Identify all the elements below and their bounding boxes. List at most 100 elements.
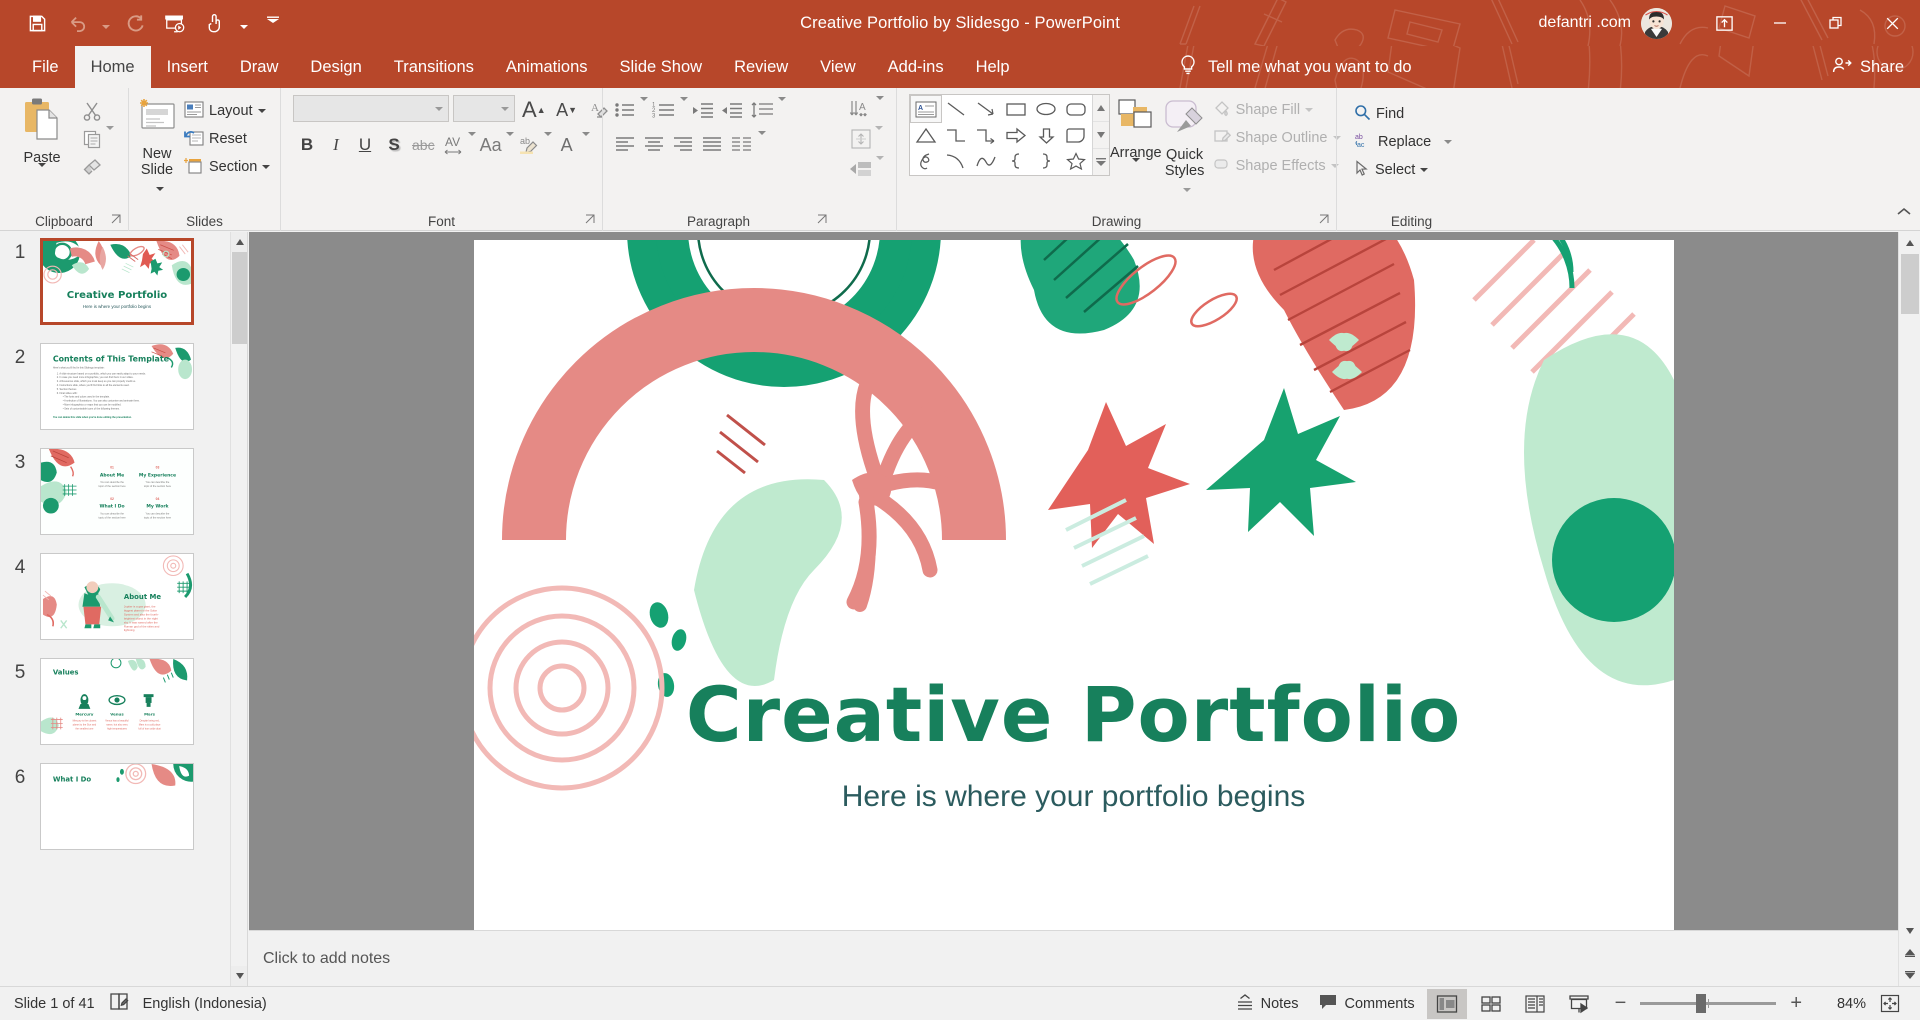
- tab-design[interactable]: Design: [294, 46, 377, 88]
- shapes-gallery-scrollbar[interactable]: [1092, 95, 1109, 175]
- tab-file[interactable]: File: [16, 46, 75, 88]
- shape-five-point-star[interactable]: [1061, 148, 1091, 174]
- align-text-dropdown-icon[interactable]: [875, 126, 883, 148]
- normal-view-button[interactable]: [1426, 988, 1467, 1019]
- slide-thumbnail-1[interactable]: 1 Creative Portfolio Here is where your …: [0, 232, 247, 325]
- slide-area-scrollbar[interactable]: [1898, 232, 1920, 986]
- zoom-slider-track[interactable]: [1640, 994, 1777, 1013]
- slide-scroll-up-icon[interactable]: [1899, 232, 1920, 254]
- decrease-indent-button[interactable]: [689, 95, 717, 125]
- section-button[interactable]: Section: [179, 153, 275, 181]
- ribbon-tabs[interactable]: File Home Insert Draw Design Transitions…: [16, 46, 1026, 88]
- arrange-button[interactable]: Arrange: [1110, 94, 1162, 179]
- thumbnail-image-1[interactable]: Creative Portfolio Here is where your po…: [40, 238, 194, 325]
- text-direction-dropdown-icon[interactable]: [876, 96, 884, 118]
- bullets-dropdown-icon[interactable]: [640, 97, 648, 119]
- next-slide-icon[interactable]: [1899, 964, 1920, 986]
- slide-scrollbar-thumb[interactable]: [1901, 254, 1919, 314]
- copy-dropdown-icon[interactable]: [106, 126, 114, 148]
- shape-isosceles-triangle[interactable]: [911, 122, 941, 148]
- shape-curve[interactable]: [941, 148, 971, 174]
- shapes-scroll-up-icon[interactable]: [1093, 95, 1109, 122]
- underline-button[interactable]: U: [351, 130, 379, 160]
- convert-to-smartart-button[interactable]: [846, 154, 876, 184]
- shape-elbow-connector[interactable]: [941, 122, 971, 148]
- slide-sorter-view-button[interactable]: [1471, 989, 1511, 1019]
- replace-button[interactable]: ab ac Replace: [1349, 128, 1457, 156]
- justify-button[interactable]: [698, 129, 726, 159]
- font-color-button[interactable]: A: [553, 130, 581, 160]
- change-case-dropdown-icon[interactable]: [505, 132, 514, 154]
- current-slide[interactable]: Creative Portfolio Here is where your po…: [473, 240, 1674, 940]
- smartart-dropdown-icon[interactable]: [876, 156, 884, 178]
- clipboard-dialog-launcher-icon[interactable]: [111, 213, 122, 228]
- zoom-out-button[interactable]: −: [1611, 992, 1631, 1015]
- panel-scroll-up-icon[interactable]: [231, 232, 247, 252]
- panel-scrollbar-thumb[interactable]: [232, 252, 247, 344]
- font-dialog-launcher-icon[interactable]: [585, 213, 596, 228]
- shape-outline-button[interactable]: Shape Outline: [1208, 124, 1346, 152]
- tab-home[interactable]: Home: [74, 46, 151, 88]
- tab-draw[interactable]: Draw: [224, 46, 295, 88]
- align-right-button[interactable]: [669, 129, 697, 159]
- tab-review[interactable]: Review: [718, 46, 804, 88]
- new-slide-button[interactable]: New Slide: [135, 93, 179, 196]
- shape-oval[interactable]: [1031, 96, 1061, 122]
- slide-thumbnail-6[interactable]: 6 What I Do: [0, 745, 247, 850]
- shape-down-arrow[interactable]: [1031, 122, 1061, 148]
- text-shadow-button[interactable]: S: [380, 130, 408, 160]
- paste-button[interactable]: Paste: [6, 93, 78, 184]
- numbering-dropdown-icon[interactable]: [680, 97, 688, 119]
- comments-button[interactable]: Comments: [1311, 989, 1423, 1019]
- slide-thumbnail-4[interactable]: 4 About Me Jupiter is a gas giant, the b…: [0, 535, 247, 640]
- zoom-level-label[interactable]: 84%: [1818, 996, 1866, 1012]
- line-spacing-button[interactable]: [747, 95, 777, 125]
- touch-mode-icon[interactable]: [196, 4, 234, 42]
- arrange-dropdown-icon[interactable]: [1131, 158, 1140, 179]
- reset-button[interactable]: Reset: [179, 125, 275, 153]
- line-spacing-dropdown-icon[interactable]: [778, 97, 786, 119]
- shapes-gallery[interactable]: A: [909, 94, 1110, 176]
- tab-add-ins[interactable]: Add-ins: [872, 46, 960, 88]
- slide-indicator[interactable]: Slide 1 of 41: [14, 996, 95, 1012]
- text-direction-button[interactable]: A: [846, 94, 876, 124]
- avatar[interactable]: [1641, 7, 1672, 39]
- language-indicator[interactable]: English (Indonesia): [143, 996, 267, 1012]
- slide-thumbnail-5[interactable]: 5 Values Mercury Mercury is the closest …: [0, 640, 247, 745]
- shape-right-arrow[interactable]: [1001, 122, 1031, 148]
- start-presentation-icon[interactable]: [156, 4, 194, 42]
- zoom-slider-thumb[interactable]: [1696, 994, 1707, 1013]
- shapes-grid[interactable]: A: [910, 95, 1092, 175]
- font-name-input[interactable]: [293, 95, 449, 122]
- slide-thumbnail-3[interactable]: 3 01 About Me You can describe the topic…: [0, 430, 247, 535]
- shape-rounded-rectangle[interactable]: [1061, 96, 1091, 122]
- bullets-button[interactable]: [611, 95, 639, 125]
- text-highlight-color-button[interactable]: ab: [515, 130, 543, 160]
- redo-icon[interactable]: [116, 4, 154, 42]
- columns-button[interactable]: [727, 129, 757, 159]
- customize-qat-icon[interactable]: [254, 4, 292, 42]
- character-spacing-button[interactable]: AV: [439, 130, 467, 160]
- reading-view-button[interactable]: [1515, 989, 1555, 1019]
- thumbnail-image-3[interactable]: 01 About Me You can describe the topic o…: [40, 448, 194, 535]
- shape-elbow-arrow-connector[interactable]: [971, 122, 1001, 148]
- slide-show-view-button[interactable]: [1559, 989, 1599, 1019]
- ribbon-display-options-icon[interactable]: [1696, 0, 1752, 46]
- slide-scroll-down-icon[interactable]: [1899, 920, 1920, 942]
- restore-icon[interactable]: [1808, 0, 1864, 46]
- minimize-icon[interactable]: [1752, 0, 1808, 46]
- collapse-ribbon-icon[interactable]: [1896, 205, 1912, 223]
- font-size-input[interactable]: [453, 95, 515, 122]
- increase-font-size-icon[interactable]: A ▲: [519, 95, 549, 125]
- tab-help[interactable]: Help: [960, 46, 1026, 88]
- numbering-button[interactable]: 123: [649, 95, 679, 125]
- touch-mode-dropdown-icon[interactable]: [236, 4, 252, 42]
- thumbnail-image-5[interactable]: Values Mercury Mercury is the closest pl…: [40, 658, 194, 745]
- save-icon[interactable]: [18, 4, 56, 42]
- shape-scribble[interactable]: [911, 148, 941, 174]
- strikethrough-button[interactable]: abc: [409, 130, 438, 160]
- slide-subtitle-text[interactable]: Here is where your portfolio begins: [474, 780, 1674, 814]
- paragraph-dialog-launcher-icon[interactable]: [817, 213, 828, 228]
- quick-styles-button[interactable]: Quick Styles: [1162, 94, 1208, 197]
- character-spacing-dropdown-icon[interactable]: [467, 132, 476, 154]
